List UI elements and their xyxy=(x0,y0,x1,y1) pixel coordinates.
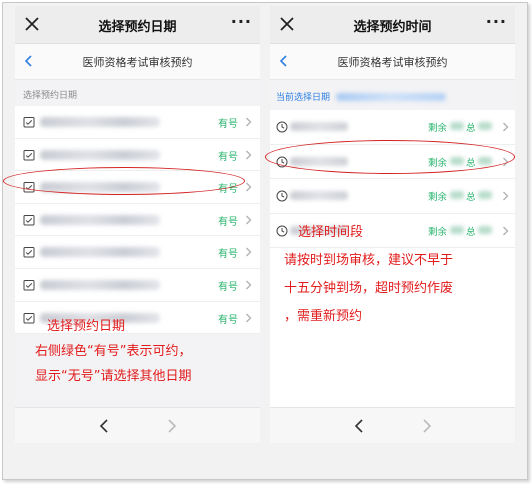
clock-icon xyxy=(276,121,288,133)
annotation-left-line3: 显示“无号”请选择其他日期 xyxy=(35,369,192,384)
time-range-blurred xyxy=(290,122,348,131)
chevron-right-icon xyxy=(246,247,252,257)
highlight-ellipse-time xyxy=(265,140,515,174)
calendar-check-icon xyxy=(23,214,35,226)
window-title: 选择预约时间 xyxy=(353,20,432,35)
remaining-label: 剩余 xyxy=(428,123,448,134)
calendar-check-icon xyxy=(23,247,35,258)
page-header: 医师资格考试审核预约 xyxy=(270,44,515,80)
remaining-label: 剩余 xyxy=(428,192,448,203)
section-label: 选择预约日期 xyxy=(23,91,78,101)
total-count-blurred xyxy=(478,122,492,130)
more-dots-icon[interactable]: ··· xyxy=(486,12,507,31)
date-row[interactable]: 有号 xyxy=(15,106,260,139)
time-slot-row[interactable]: 剩余 总 xyxy=(270,179,515,214)
annotation-left-line1: 选择预约日期 xyxy=(47,319,126,334)
clock-icon xyxy=(276,190,288,202)
current-date-row: 当前选择日期 xyxy=(270,86,515,110)
availability-status: 有号 xyxy=(218,281,238,293)
remaining-count-blurred xyxy=(450,225,464,234)
browser-bottom-nav xyxy=(15,407,260,443)
chevron-right-icon xyxy=(503,191,509,201)
annotation-right-line4: ，需重新预约 xyxy=(284,309,363,324)
chevron-right-icon xyxy=(503,226,509,235)
current-date-label: 当前选择日期 xyxy=(276,93,331,103)
total-count-blurred xyxy=(478,225,492,234)
nav-forward-icon[interactable] xyxy=(422,419,432,433)
chevron-right-icon xyxy=(246,150,252,160)
chevron-right-icon xyxy=(503,122,509,132)
availability-status: 有号 xyxy=(218,249,238,261)
chevron-right-icon xyxy=(246,313,252,323)
remaining-label: 剩余 xyxy=(428,226,448,238)
date-list: 有号 有号 有号 有号 有号 有号 有号 xyxy=(15,106,260,335)
clock-icon xyxy=(276,225,288,236)
availability-status: 有号 xyxy=(218,314,238,326)
nav-forward-icon[interactable] xyxy=(167,419,177,433)
annotation-left-line2: 右侧绿色“有号”表示可约， xyxy=(35,344,192,359)
total-label: 总 xyxy=(466,123,476,134)
date-text-blurred xyxy=(40,247,160,258)
window-title: 选择预约日期 xyxy=(98,20,177,35)
page-header: 医师资格考试审核预约 xyxy=(15,44,260,80)
total-label: 总 xyxy=(466,192,476,203)
chevron-right-icon xyxy=(246,215,252,225)
nav-back-icon[interactable] xyxy=(99,419,109,433)
annotation-right-line2: 请按时到场审核，建议不早于 xyxy=(284,253,454,268)
chevron-right-icon xyxy=(246,182,252,192)
window-titlebar: 选择预约时间 ··· xyxy=(270,6,515,44)
annotation-right-line1: 选择时间段 xyxy=(298,225,364,240)
highlight-ellipse-date xyxy=(3,167,245,195)
browser-bottom-nav xyxy=(270,407,515,443)
date-row[interactable]: 有号 xyxy=(15,204,260,237)
availability-status: 有号 xyxy=(218,119,238,130)
time-range-blurred xyxy=(290,191,348,200)
date-text-blurred xyxy=(40,279,160,290)
date-text-blurred xyxy=(40,149,160,160)
current-date-value-blurred xyxy=(336,93,446,101)
date-text-blurred xyxy=(40,117,160,127)
calendar-check-icon xyxy=(23,312,35,324)
calendar-check-icon xyxy=(23,149,35,161)
more-dots-icon[interactable]: ··· xyxy=(231,12,252,31)
remaining-count-blurred xyxy=(450,191,464,199)
total-label: 总 xyxy=(466,226,476,238)
availability-status: 有号 xyxy=(218,216,238,228)
annotation-right-line3: 十五分钟到场，超时预约作废 xyxy=(284,281,454,296)
remaining-count-blurred xyxy=(450,122,464,130)
page-title: 医师资格考试审核预约 xyxy=(337,56,448,69)
nav-back-icon[interactable] xyxy=(354,419,364,433)
total-count-blurred xyxy=(478,191,492,199)
chevron-right-icon xyxy=(246,117,252,127)
calendar-check-icon xyxy=(23,279,35,291)
page-title: 医师资格考试审核预约 xyxy=(82,56,193,69)
availability-status: 有号 xyxy=(218,151,238,163)
date-text-blurred xyxy=(40,214,160,225)
calendar-check-icon xyxy=(23,117,35,128)
window-titlebar: 选择预约日期 ··· xyxy=(15,6,260,44)
chevron-right-icon xyxy=(246,280,252,290)
date-row[interactable]: 有号 xyxy=(15,236,260,269)
date-row[interactable]: 有号 xyxy=(15,269,260,302)
